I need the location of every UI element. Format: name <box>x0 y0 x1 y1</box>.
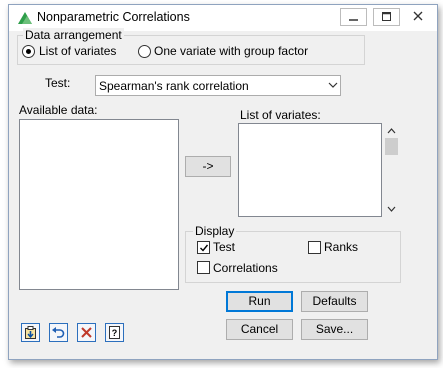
save-button[interactable]: Save... <box>301 319 368 340</box>
help-icon: ? <box>109 326 120 339</box>
ranks-checkbox-label[interactable]: Ranks <box>324 240 358 254</box>
scroll-thumb[interactable] <box>385 138 398 155</box>
data-arrangement-legend: Data arrangement <box>23 28 124 42</box>
run-button[interactable]: Run <box>226 291 293 312</box>
undo-button[interactable] <box>49 323 68 342</box>
cancel-button-label: Cancel <box>240 322 279 336</box>
run-button-label: Run <box>248 294 271 308</box>
minimize-button[interactable] <box>340 8 367 26</box>
test-select[interactable]: Spearman's rank correlation <box>95 75 341 96</box>
cancel-button[interactable]: Cancel <box>226 319 293 340</box>
display-group <box>185 231 401 283</box>
available-data-list[interactable] <box>19 119 179 290</box>
undo-icon <box>52 327 65 338</box>
help-button[interactable]: ? <box>105 323 124 342</box>
window-title: Nonparametric Correlations <box>37 10 190 24</box>
radio-selected-dot <box>26 49 31 54</box>
checkmark-icon <box>200 244 209 252</box>
test-checkbox-label[interactable]: Test <box>213 240 235 254</box>
ranks-checkbox[interactable] <box>308 241 321 254</box>
svg-text:?: ? <box>112 328 118 338</box>
clear-icon <box>81 327 92 338</box>
defaults-button[interactable]: Defaults <box>301 291 368 312</box>
display-legend: Display <box>193 224 237 238</box>
chevron-down-icon <box>328 82 338 88</box>
correlations-checkbox-label[interactable]: Correlations <box>213 261 278 275</box>
test-select-value: Spearman's rank correlation <box>99 79 249 93</box>
app-icon <box>18 12 32 24</box>
available-data-label: Available data: <box>19 103 98 117</box>
radio-one-variate-group-factor[interactable] <box>138 45 151 58</box>
list-of-variates-list[interactable] <box>238 123 382 217</box>
add-to-list-button[interactable]: -> <box>185 156 231 177</box>
add-to-list-button-label: -> <box>202 159 214 173</box>
clear-button[interactable] <box>77 323 96 342</box>
test-label: Test: <box>45 76 71 90</box>
radio-list-of-variates-label[interactable]: List of variates <box>39 44 116 58</box>
list-of-variates-label: List of variates: <box>240 108 321 122</box>
scroll-up-icon[interactable] <box>387 128 396 134</box>
radio-list-of-variates[interactable] <box>22 45 35 58</box>
list-scrollbar[interactable] <box>383 123 400 217</box>
radio-one-variate-group-factor-label[interactable]: One variate with group factor <box>154 44 308 58</box>
save-button-label: Save... <box>315 322 354 336</box>
clipboard-icon <box>25 326 36 339</box>
test-checkbox[interactable] <box>197 241 210 254</box>
dialog-window: Nonparametric Correlations Data arrangem… <box>8 4 438 360</box>
correlations-checkbox[interactable] <box>197 261 210 274</box>
maximize-button[interactable] <box>373 8 400 26</box>
defaults-button-label: Defaults <box>312 294 357 308</box>
scroll-down-icon[interactable] <box>387 206 396 212</box>
close-window-button[interactable] <box>405 8 431 26</box>
clipboard-button[interactable] <box>21 323 40 342</box>
